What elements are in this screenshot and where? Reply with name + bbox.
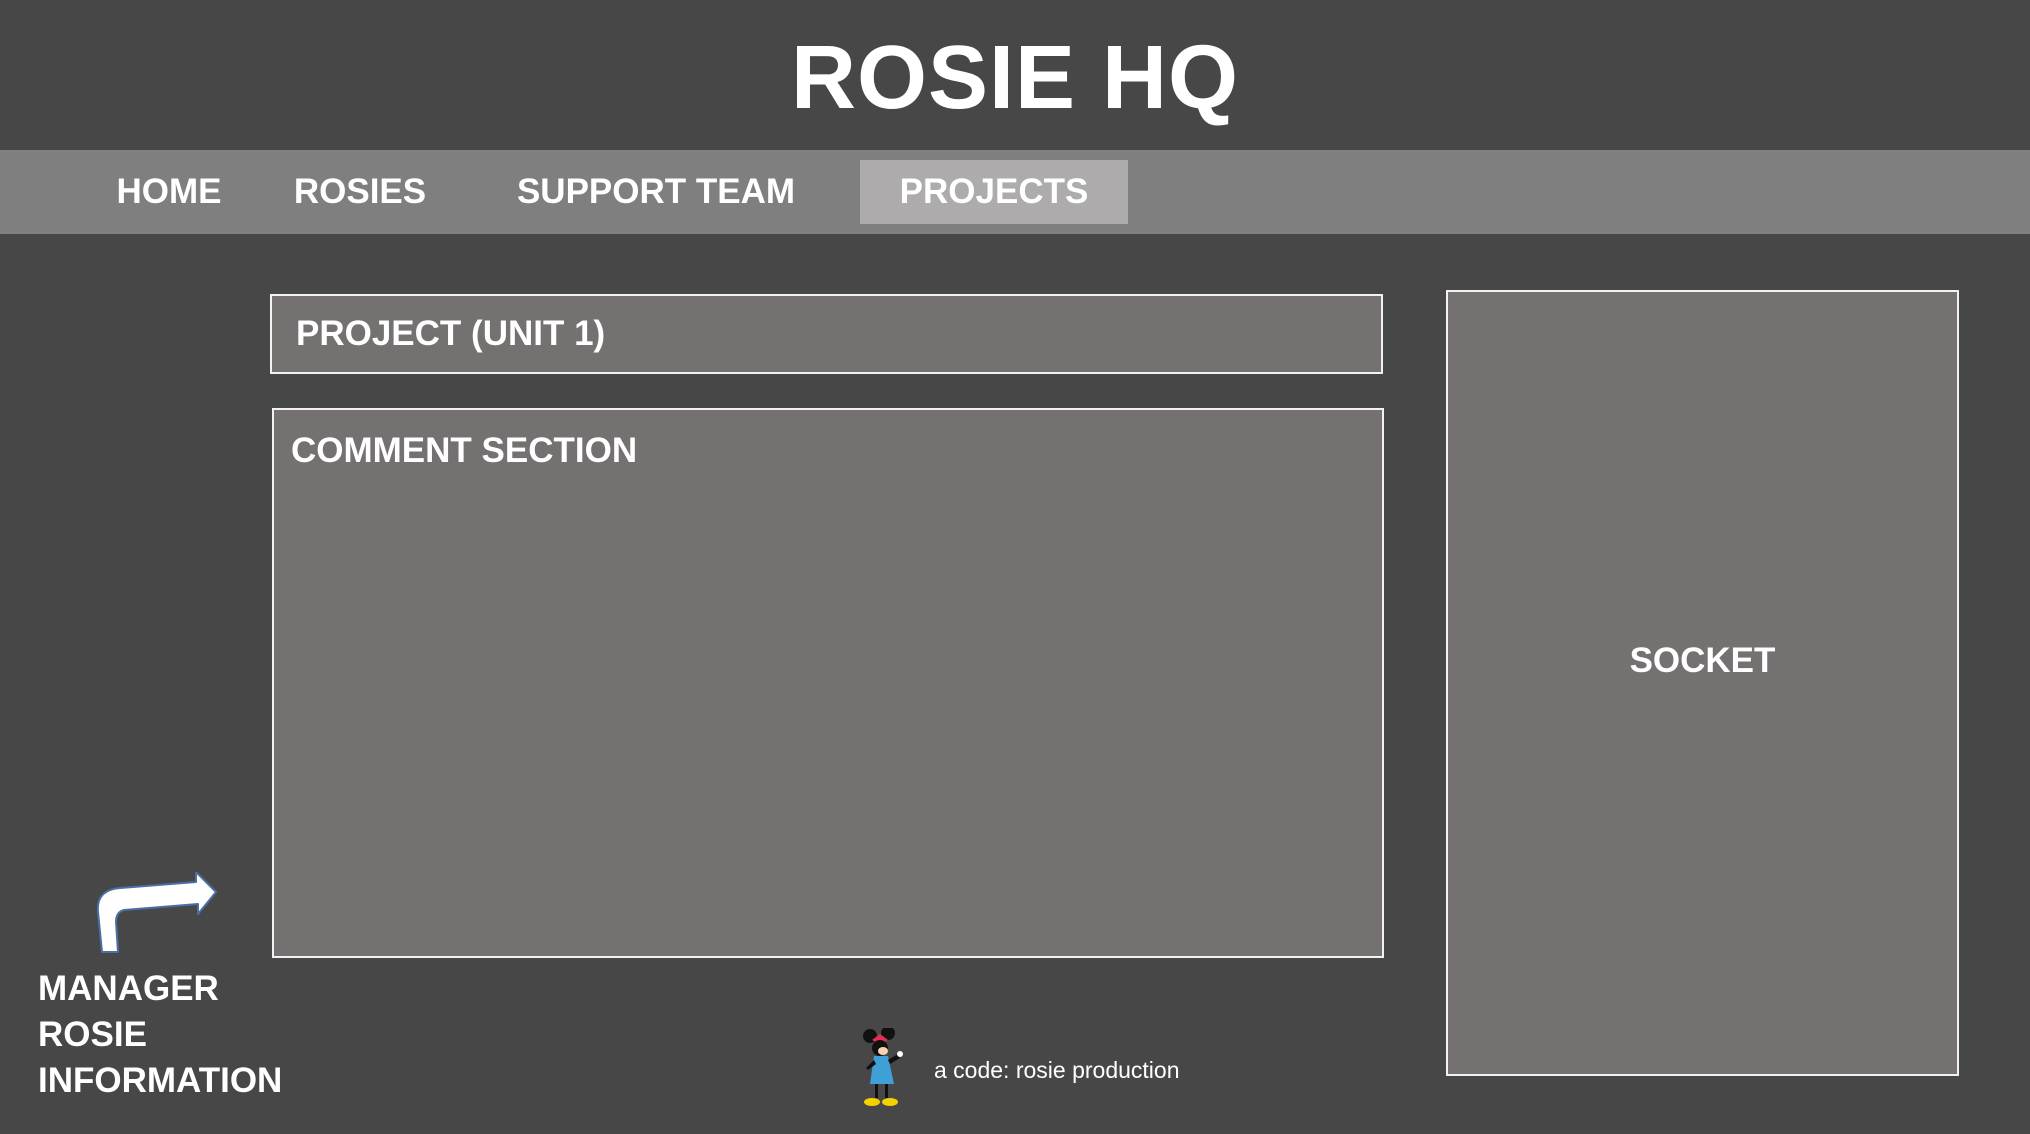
minnie-mouse-mascot-icon <box>863 1028 903 1106</box>
comment-section[interactable]: COMMENT SECTION <box>272 408 1384 958</box>
nav-bar: HOME ROSIES SUPPORT TEAM PROJECTS <box>0 150 2030 234</box>
nav-item-home[interactable]: HOME <box>98 160 240 224</box>
manager-info-line: ROSIE <box>38 1015 147 1054</box>
app-title: ROSIE HQ <box>790 28 1240 128</box>
project-panel[interactable]: PROJECT (UNIT 1) <box>270 294 1383 374</box>
manager-info-line: MANAGER <box>38 969 219 1008</box>
manager-info-line: INFORMATION <box>38 1061 283 1100</box>
nav-item-support-team[interactable]: SUPPORT TEAM <box>516 160 796 224</box>
nav-item-rosies[interactable]: ROSIES <box>290 160 430 224</box>
header: ROSIE HQ <box>0 0 2030 150</box>
project-title: PROJECT (UNIT 1) <box>296 314 606 353</box>
socket-label: SOCKET <box>1629 641 1776 680</box>
curved-arrow-icon <box>96 872 217 953</box>
nav-item-projects[interactable]: PROJECTS <box>860 160 1128 224</box>
manager-info[interactable]: MANAGER ROSIE INFORMATION <box>38 966 282 1104</box>
comment-section-title: COMMENT SECTION <box>291 431 638 470</box>
socket-panel[interactable]: SOCKET <box>1446 290 1959 1076</box>
footer-credit: a code: rosie production <box>934 1057 1180 1083</box>
